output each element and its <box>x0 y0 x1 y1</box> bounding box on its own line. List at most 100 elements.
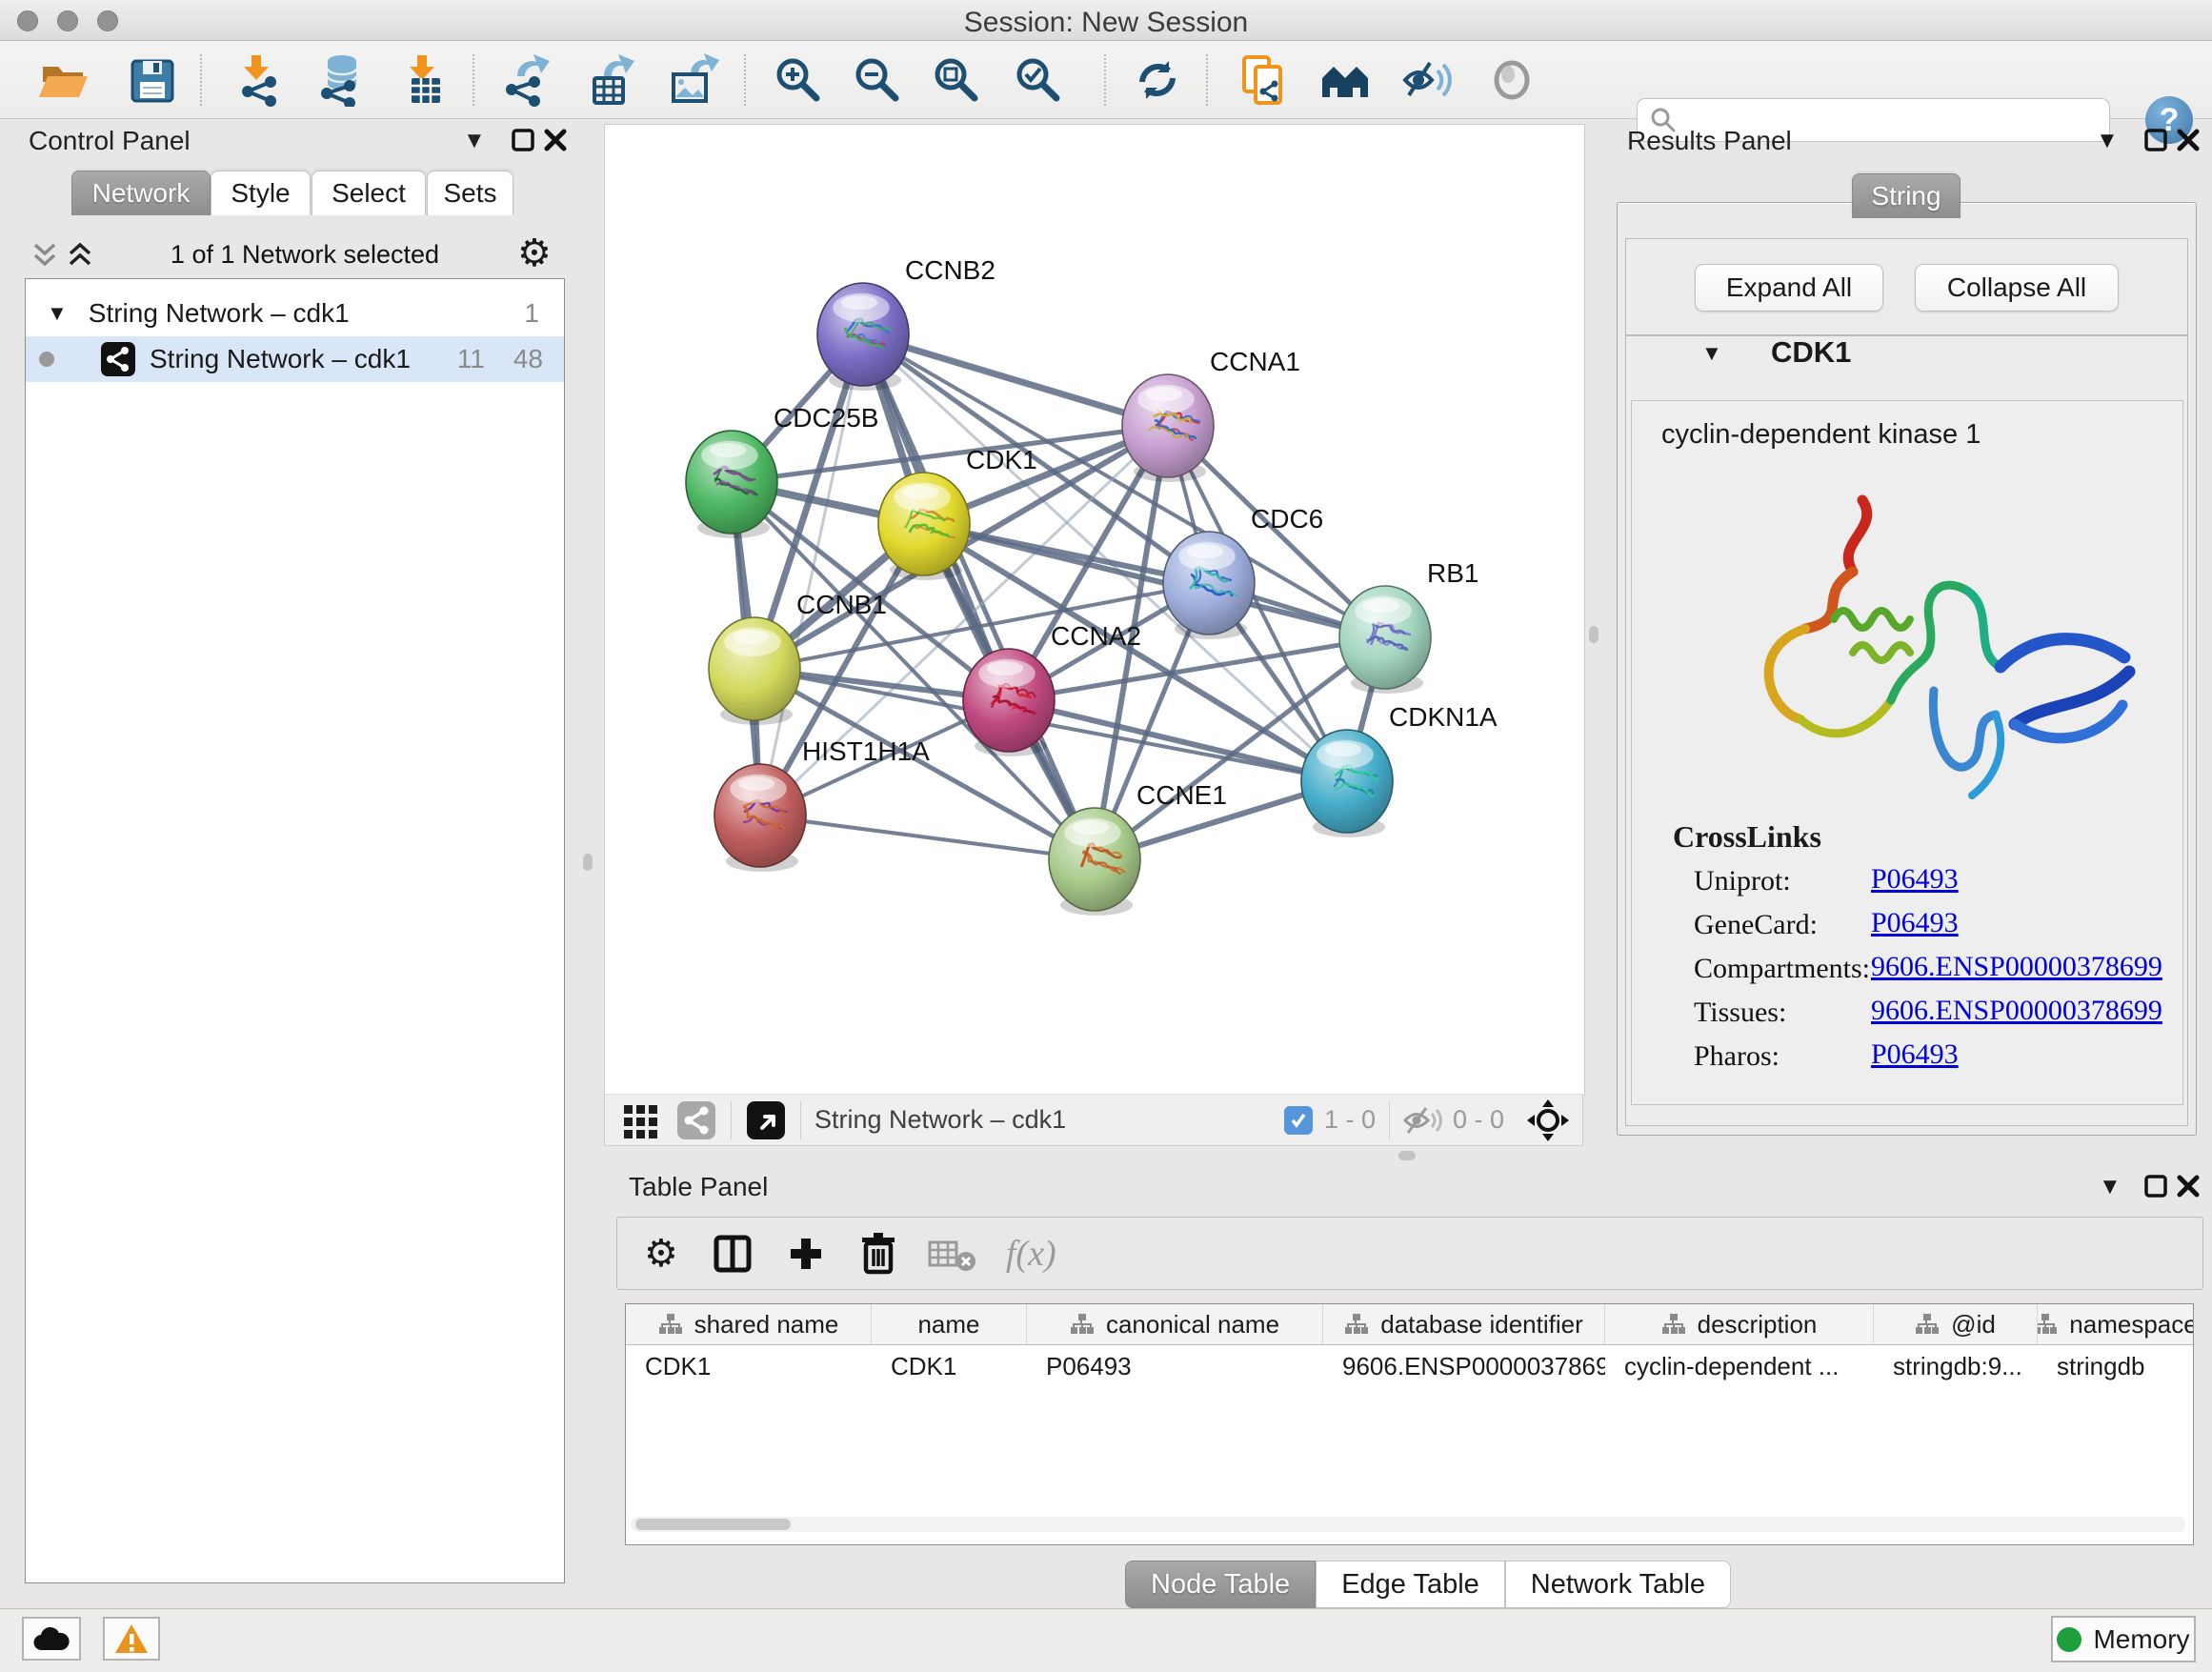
column-header[interactable]: shared name <box>626 1304 872 1344</box>
results-panel-close-icon[interactable] <box>2176 128 2201 152</box>
table-tabs: Node Table Edge Table Network Table <box>1125 1561 1731 1608</box>
window-title: Session: New Session <box>0 7 2212 39</box>
table-panel-close-icon[interactable] <box>2176 1174 2201 1199</box>
zoom-in-icon[interactable] <box>772 53 825 107</box>
birds-eye-toggle-icon[interactable] <box>745 1099 787 1141</box>
node-ccna1[interactable]: CCNA1 <box>1122 347 1300 482</box>
control-panel-float-icon[interactable] <box>511 128 535 152</box>
tab-sets[interactable]: Sets <box>427 171 513 215</box>
protein-collapse-icon[interactable]: ▼ <box>1701 341 1722 366</box>
clone-network-icon[interactable] <box>1237 53 1290 107</box>
column-header[interactable]: database identifier <box>1323 1304 1605 1344</box>
node-ccne1[interactable]: CCNE1 <box>1049 780 1227 916</box>
crosslink-genecard-link[interactable]: P06493 <box>1871 907 1959 939</box>
string-network-graph[interactable]: CCNB2CCNA1CDC25BCDK1CDC6RB1CCNB1CCNA2CDK… <box>605 125 1584 1095</box>
tab-network-table[interactable]: Network Table <box>1505 1561 1731 1608</box>
export-table-icon[interactable] <box>583 53 636 107</box>
toolbar-separator <box>1206 54 1208 106</box>
cloud-status-button[interactable] <box>22 1617 81 1661</box>
memory-button[interactable]: Memory <box>2051 1616 2196 1662</box>
expand-all-button[interactable]: Expand All <box>1695 264 1883 312</box>
network-row-selected[interactable]: String Network – cdk1 11 48 <box>26 336 564 382</box>
column-header[interactable]: description <box>1605 1304 1874 1344</box>
left-splitter-handle[interactable] <box>583 854 593 871</box>
network-options-gear-icon[interactable]: ⚙ <box>517 234 552 272</box>
table-panel-float-icon[interactable] <box>2143 1174 2168 1199</box>
hide-unhide-icon[interactable] <box>1401 53 1455 107</box>
network-thumb-icon[interactable] <box>675 1099 717 1141</box>
node-cdkn1a[interactable]: CDKN1A <box>1301 702 1498 837</box>
node-label-cdk1: CDK1 <box>966 445 1037 474</box>
column-header[interactable]: @id <box>1874 1304 2038 1344</box>
tab-edge-table[interactable]: Edge Table <box>1316 1561 1505 1608</box>
tab-network[interactable]: Network <box>71 171 211 215</box>
table-options-gear-icon[interactable]: ⚙ <box>644 1235 678 1273</box>
network-canvas[interactable]: CCNB2CCNA1CDC25BCDK1CDC6RB1CCNB1CCNA2CDK… <box>604 124 1585 1096</box>
network-tree: ▼ String Network – cdk1 1 String Network… <box>25 278 565 1583</box>
zoom-fit-icon[interactable] <box>930 53 983 107</box>
crosslink-tissues-link[interactable]: 9606.ENSP00000378699 <box>1871 995 2162 1027</box>
show-graphics-icon[interactable] <box>1485 53 1538 107</box>
node-cdc25b[interactable]: CDC25B <box>686 403 878 538</box>
bottom-splitter-handle[interactable] <box>1398 1151 1416 1160</box>
results-panel-float-icon[interactable] <box>2143 128 2168 152</box>
table-row[interactable]: CDK1 CDK1 P06493 9606.ENSP00000378699 cy… <box>626 1345 2193 1387</box>
right-splitter-handle[interactable] <box>1589 626 1599 643</box>
column-header[interactable]: namespace <box>2038 1304 2193 1344</box>
selected-checkbox-icon[interactable] <box>1284 1106 1313 1135</box>
open-folder-icon[interactable] <box>36 53 90 107</box>
collection-expand-icon[interactable]: ▼ <box>47 301 68 326</box>
refresh-layout-icon[interactable] <box>1131 53 1184 107</box>
collapse-all-button[interactable]: Collapse All <box>1915 264 2119 312</box>
import-table-icon[interactable] <box>396 53 450 107</box>
hidden-eye-icon[interactable] <box>1403 1104 1443 1137</box>
node-ccnb2[interactable]: CCNB2 <box>817 255 995 391</box>
grid-view-icon[interactable] <box>620 1099 662 1141</box>
export-network-icon[interactable] <box>500 53 553 107</box>
tab-select[interactable]: Select <box>312 171 426 215</box>
crosslink-compartments-link[interactable]: 9606.ENSP00000378699 <box>1871 951 2162 983</box>
node-ccnb1[interactable]: CCNB1 <box>709 590 887 725</box>
delete-table-icon[interactable] <box>928 1235 977 1273</box>
tab-style[interactable]: Style <box>211 171 311 215</box>
control-panel-collapse-icon[interactable]: ▼ <box>463 128 486 154</box>
zoom-out-icon[interactable] <box>851 53 904 107</box>
import-network-database-icon[interactable] <box>312 53 365 107</box>
network-collection-row[interactable]: ▼ String Network – cdk1 1 <box>26 291 564 336</box>
shared-column-icon <box>658 1313 683 1336</box>
function-builder-icon[interactable]: f(x) <box>1006 1233 1056 1275</box>
warning-status-button[interactable] <box>103 1617 160 1661</box>
import-network-icon[interactable] <box>231 53 284 107</box>
save-icon[interactable] <box>126 53 179 107</box>
results-panel-collapse-icon[interactable]: ▼ <box>2096 128 2119 154</box>
delete-column-icon[interactable] <box>857 1231 899 1277</box>
control-panel-close-icon[interactable] <box>543 128 568 152</box>
table-panel-collapse-icon[interactable]: ▼ <box>2099 1174 2122 1200</box>
current-network-title: String Network – cdk1 <box>814 1105 1066 1135</box>
zoom-selected-icon[interactable] <box>1012 53 1065 107</box>
node-label-cdkn1a: CDKN1A <box>1389 702 1498 732</box>
scrollbar-thumb[interactable] <box>635 1519 791 1530</box>
selected-counts: 1 - 0 <box>1324 1105 1376 1135</box>
crosslink-pharos-link[interactable]: P06493 <box>1871 1038 1959 1071</box>
string-home-icon[interactable] <box>1318 53 1372 107</box>
fit-selection-crosshair-icon[interactable] <box>1525 1098 1571 1143</box>
current-network-dot-icon <box>39 352 54 367</box>
collapse-all-icon[interactable] <box>31 240 58 269</box>
expand-all-icon[interactable] <box>67 240 93 269</box>
node-hist1h1a[interactable]: HIST1H1A <box>714 736 930 872</box>
table-horizontal-scrollbar[interactable] <box>631 1517 2186 1532</box>
main-toolbar: ? <box>0 41 2212 119</box>
tab-string[interactable]: String <box>1852 173 1961 218</box>
node-rb1[interactable]: RB1 <box>1339 558 1478 694</box>
column-header[interactable]: canonical name <box>1027 1304 1323 1344</box>
tab-node-table[interactable]: Node Table <box>1125 1561 1316 1608</box>
show-columns-icon[interactable] <box>711 1232 754 1276</box>
node-table[interactable]: shared name name canonical name database… <box>625 1303 2194 1545</box>
crosslink-uniprot-link[interactable]: P06493 <box>1871 863 1959 896</box>
export-image-icon[interactable] <box>666 53 719 107</box>
shared-column-icon <box>1661 1313 1686 1336</box>
create-column-icon[interactable] <box>785 1233 827 1275</box>
column-header[interactable]: name <box>872 1304 1027 1344</box>
node-label-ccna1: CCNA1 <box>1210 347 1300 376</box>
